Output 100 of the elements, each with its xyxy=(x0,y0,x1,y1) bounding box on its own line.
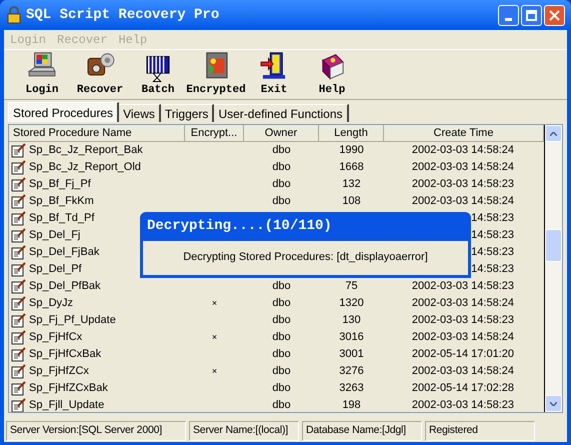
close-icon xyxy=(549,10,560,20)
table-cell: 2002-05-14 17:01:20 xyxy=(412,348,514,360)
script-icon xyxy=(11,347,26,362)
table-cell-text: Sp_Bf_FkKm xyxy=(29,194,94,210)
table-cell: 108 xyxy=(342,195,361,208)
dialog-title: Decrypting....(10/110) xyxy=(147,217,332,236)
table-cell: dbo xyxy=(272,331,291,344)
table-cell: 2002-03-03 14:58:24 xyxy=(412,331,514,344)
script-icon xyxy=(11,228,26,243)
table-cell-text: Sp_FjHfCxBak xyxy=(29,347,102,362)
table-cell-text: Sp_FjHfZCx xyxy=(29,364,89,380)
toolbar-button[interactable]: Recover xyxy=(70,51,130,99)
maximize-icon xyxy=(526,10,537,20)
script-icon xyxy=(11,143,26,158)
table-cell-text: Sp_DyJz xyxy=(29,296,74,312)
table-cell: dbo xyxy=(272,195,291,208)
table-cell: dbo xyxy=(272,399,291,412)
table-cell-text: Sp_FjHfZCxBak xyxy=(29,381,108,396)
lock-icon xyxy=(6,6,22,24)
minimize-button[interactable] xyxy=(498,4,519,26)
table-cell: 2002-03-03 14:58:24 xyxy=(412,195,514,208)
script-icon xyxy=(11,245,26,260)
script-icon xyxy=(11,364,26,379)
table-cell: 2002-05-14 17:02:28 xyxy=(412,382,514,394)
table-cell: dbo xyxy=(272,297,291,310)
script-icon xyxy=(11,160,26,175)
table-cell: × xyxy=(212,298,218,308)
script-icon xyxy=(11,211,26,226)
column-header[interactable]: Owner xyxy=(244,125,319,141)
script-icon xyxy=(11,313,26,328)
toolbar-button[interactable]: Help xyxy=(302,51,362,99)
table-cell: 1990 xyxy=(339,144,364,156)
table-cell-text: Sp_Bf_Fj_Pf xyxy=(29,177,91,192)
column-header[interactable]: Stored Procedure Name xyxy=(9,125,185,141)
table-cell-text: Sp_Fj_Pf_Update xyxy=(29,313,116,328)
table-cell-text: Sp_Fjll_Update xyxy=(29,398,104,412)
table-cell: 1320 xyxy=(339,297,364,310)
table-cell: 14:58:23 xyxy=(471,246,514,258)
table-cell: dbo xyxy=(272,144,291,156)
table-cell: dbo xyxy=(272,365,291,378)
table-cell: 14:58:23 xyxy=(471,229,514,242)
table-cell: 2002-03-03 14:58:24 xyxy=(412,297,514,310)
table-cell-text: Sp_Bc_Jz_Report_Bak xyxy=(29,143,143,158)
script-icon xyxy=(11,296,26,311)
table-cell: dbo xyxy=(272,348,291,360)
table-cell: 75 xyxy=(345,280,358,292)
toolbar-button[interactable]: Batch xyxy=(128,51,188,99)
close-button[interactable] xyxy=(544,4,565,26)
table-cell: dbo xyxy=(272,178,291,190)
toolbar-button[interactable]: Encrypted xyxy=(186,51,246,99)
table-cell: 2002-03-03 14:58:24 xyxy=(412,365,514,378)
status-field: Database Name:[Jdgl] xyxy=(302,421,422,441)
table-cell: 14:58:23 xyxy=(471,212,514,224)
table-cell: 130 xyxy=(342,314,361,326)
column-header[interactable]: Create Time xyxy=(384,125,544,141)
table-cell: × xyxy=(212,366,218,376)
table-cell: dbo xyxy=(272,382,291,394)
scroll-up-button[interactable] xyxy=(545,125,562,142)
dialog-message: Decrypting Stored Procedures: [dt_displayoaerror] xyxy=(183,250,428,265)
script-icon xyxy=(11,330,26,345)
table-cell: 3016 xyxy=(339,331,364,344)
table-cell: 1668 xyxy=(339,161,364,174)
table-cell-text: Sp_Bc_Jz_Report_Old xyxy=(29,160,141,176)
minimize-icon xyxy=(505,18,512,20)
toolbar-button[interactable]: Exit xyxy=(244,51,304,99)
window-title: SQL Script Recovery Pro xyxy=(26,6,220,24)
table-cell: 2002-03-03 14:58:23 xyxy=(412,280,514,292)
table-cell: dbo xyxy=(272,161,291,174)
column-header[interactable]: Encrypt... xyxy=(185,125,244,141)
table-cell: dbo xyxy=(272,314,291,326)
table-cell: 132 xyxy=(342,178,361,190)
status-field: Registered xyxy=(425,421,535,441)
table-cell-text: Sp_Del_FjBak xyxy=(29,245,100,260)
table-cell-text: Sp_Del_PfBak xyxy=(29,279,101,294)
table-cell: 14:58:23 xyxy=(471,263,514,276)
table-cell: 2002-03-03 14:58:24 xyxy=(412,161,514,174)
column-header[interactable]: Length xyxy=(319,125,384,141)
table-cell: 3276 xyxy=(339,365,364,378)
table-cell: 198 xyxy=(342,399,361,412)
tab[interactable]: Views xyxy=(119,104,161,122)
maximize-button[interactable] xyxy=(521,4,542,26)
status-field: Server Version:[SQL Server 2000] xyxy=(6,421,186,441)
table-cell-text: Sp_Del_Fj xyxy=(29,228,80,244)
script-icon xyxy=(11,381,26,396)
table-cell: 3001 xyxy=(339,348,364,360)
script-icon xyxy=(11,279,26,294)
scroll-thumb[interactable] xyxy=(545,229,562,262)
toolbar-button[interactable]: Login xyxy=(12,51,72,99)
tab[interactable]: Triggers xyxy=(160,104,214,122)
table-cell: 2002-03-03 14:58:23 xyxy=(412,178,514,190)
table-cell: dbo xyxy=(272,280,291,292)
script-icon xyxy=(11,177,26,192)
scroll-down-button[interactable] xyxy=(545,395,562,412)
table-cell: × xyxy=(212,332,218,342)
tab[interactable]: Stored Procedures xyxy=(8,102,120,122)
table-cell: 2002-03-03 14:58:23 xyxy=(412,314,514,326)
table-cell-text: Sp_FjHfCx xyxy=(29,330,82,346)
script-icon xyxy=(11,262,26,277)
script-icon xyxy=(11,194,26,209)
tab[interactable]: User-defined Functions xyxy=(214,104,348,122)
